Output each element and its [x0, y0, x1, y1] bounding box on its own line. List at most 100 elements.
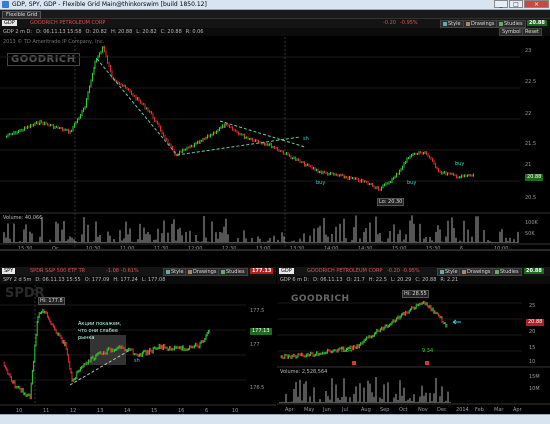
right-studies-label: Studies	[500, 269, 519, 275]
right-info-high: H: 22.5	[368, 277, 387, 283]
top-label-buy: buy	[316, 180, 326, 186]
top-infobar: GDP 2 m D: D: 06.11.13 15:58 O: 20.82 H: 20…	[0, 28, 550, 36]
top-trendline	[96, 58, 178, 156]
top-company-name: GOODRICH PETROLEUM CORP	[30, 20, 106, 26]
top-info-line: GDP 2 m D:	[3, 29, 33, 35]
right-info-close: C: 20.88	[415, 277, 437, 283]
left-style-label: Style	[171, 269, 184, 275]
left-last-price: 177.13	[250, 268, 274, 274]
left-info-low: L: 177.08	[141, 277, 166, 283]
right-company-name: GOODRICH PETROLEUM CORP	[307, 268, 383, 274]
top-info-date: D: 06.11.13 15:58	[36, 29, 82, 35]
left-style-button[interactable]: Style	[163, 268, 187, 276]
left-info-high: H: 177.24	[113, 277, 138, 283]
right-xtick: Oct	[399, 407, 408, 413]
top-last-price: 20.88	[527, 20, 547, 26]
right-change: -0.20	[387, 268, 400, 274]
left-ytick: 177.5	[250, 308, 265, 314]
left-studies-button[interactable]: Studies	[218, 268, 248, 276]
top-ytick: 22.5	[525, 79, 537, 85]
right-xtick: Dec	[437, 407, 447, 413]
studies-icon	[221, 269, 225, 274]
right-style-button[interactable]: Style	[437, 268, 461, 276]
top-symbol-button[interactable]: Symbol	[499, 28, 524, 36]
studies-icon	[495, 269, 499, 274]
top-low-tag: Lo: 20.30	[377, 198, 405, 206]
pane-splitter[interactable]	[0, 249, 550, 251]
left-ohlc-info: SPY 2 d 5m D: 06.11.13 15:55 O: 177.09 H: 1…	[3, 277, 169, 283]
pencil-icon	[466, 21, 470, 26]
top-ytick: 22	[525, 111, 532, 117]
right-style-label: Style	[445, 269, 458, 275]
top-ytick: 21	[525, 162, 532, 168]
right-xtick: Feb	[475, 407, 484, 413]
top-ytick: 23	[525, 48, 532, 54]
top-info-low: L: 20.82	[136, 29, 157, 35]
right-infobar: GDP 6 m D: D: 06.11.13 O: 21.7 H: 22.5 L: 20…	[277, 276, 550, 284]
left-ytick: 176.5	[250, 385, 265, 391]
right-high-tag: Hi: 28.55	[402, 290, 429, 298]
right-event-marker	[425, 361, 429, 365]
top-label-buy: buy	[455, 161, 465, 167]
right-info-range: R: 2.21	[440, 277, 459, 283]
top-info-range: R: 0.06	[185, 29, 204, 35]
left-change-pct: -0.61%	[121, 268, 139, 274]
top-info-high: H: 20.88	[110, 29, 133, 35]
minimize-button[interactable]: _	[494, 0, 508, 8]
left-price-tag: 177.13	[250, 328, 272, 335]
right-change-pct: -0.95%	[402, 268, 420, 274]
top-chart-pane[interactable]: 2013 © TD Ameritrade IP Company, Inc. GO…	[0, 37, 550, 249]
top-studies-label: Studies	[504, 21, 523, 27]
top-change-pct: -0.95%	[400, 20, 418, 26]
right-ytick: 10	[529, 359, 536, 365]
right-volume-label: Volume: 2,528,564	[280, 369, 328, 375]
right-studies-button[interactable]: Studies	[492, 268, 522, 276]
style-icon	[440, 269, 444, 274]
right-info-date: D: 06.11.13	[313, 277, 343, 283]
right-price-tag: 20.88	[526, 319, 545, 326]
right-last-price: 20.88	[524, 268, 544, 274]
close-button[interactable]: ×	[524, 0, 549, 8]
top-style-label: Style	[448, 21, 461, 27]
left-chart-pane[interactable]: SPDR 10 11 12 13 14 15 16 6 10 Hi: 177.8 Акции п…	[0, 285, 276, 414]
top-studies-button[interactable]: Studies	[496, 20, 526, 28]
top-volume-label: Volume: 40,066	[3, 215, 43, 221]
maximize-button[interactable]: □	[509, 0, 523, 8]
right-symbol-field[interactable]: GDP	[279, 268, 294, 274]
style-icon	[166, 269, 170, 274]
top-ytick: 21.5	[525, 141, 537, 147]
right-ytick: 20	[529, 329, 536, 335]
right-xtick: Sep	[380, 407, 389, 413]
right-info-line: GDP 6 m D:	[280, 277, 310, 283]
top-info-close: C: 20.88	[160, 29, 182, 35]
studies-icon	[499, 21, 503, 26]
right-xtick: May	[304, 407, 314, 413]
right-xtick: 2014	[456, 407, 469, 413]
left-drawings-button[interactable]: Drawings	[185, 268, 220, 276]
right-chart-svg: Apr May Jun Jul Aug Sep Oct Nov Dec 2014 Feb Mar Apr	[277, 300, 550, 413]
left-change: -1.08	[106, 268, 119, 274]
top-label-sh: sh	[303, 136, 309, 142]
window-titlebar: GDP, SPY, GDP - Flexible Grid Main@think…	[0, 0, 550, 10]
left-label-sh: sh	[134, 358, 140, 364]
top-reset-button[interactable]: Reset	[522, 28, 542, 36]
left-info-date: D: 06.11.13 15:55	[35, 277, 81, 283]
top-vol-tick: 100K	[525, 220, 538, 226]
right-drawings-label: Drawings	[467, 269, 491, 275]
top-drawings-button[interactable]: Drawings	[463, 20, 498, 28]
left-symbol-field[interactable]: SPY	[2, 268, 16, 274]
top-label-buy: buy	[407, 180, 417, 186]
tab-bar: Flexible Grid	[0, 10, 550, 19]
right-vol-tick: 15M	[529, 374, 540, 380]
right-drawings-button[interactable]: Drawings	[459, 268, 494, 276]
top-symbol-field[interactable]: GDP	[2, 20, 17, 26]
window-title: GDP, SPY, GDP - Flexible Grid Main@think…	[12, 1, 207, 8]
tab-flexible-grid[interactable]: Flexible Grid	[2, 11, 42, 19]
right-marker: 8.64	[341, 348, 353, 354]
top-price-tag: 20.88	[525, 174, 544, 181]
left-studies-label: Studies	[226, 269, 245, 275]
right-event-marker	[352, 361, 356, 365]
top-style-button[interactable]: Style	[440, 20, 464, 28]
left-high-tag: Hi: 177.8	[38, 297, 65, 305]
right-chart-pane[interactable]: GOODRICH Apr May Jun Jul Aug Sep Oct Nov Dec 2014…	[277, 285, 550, 414]
